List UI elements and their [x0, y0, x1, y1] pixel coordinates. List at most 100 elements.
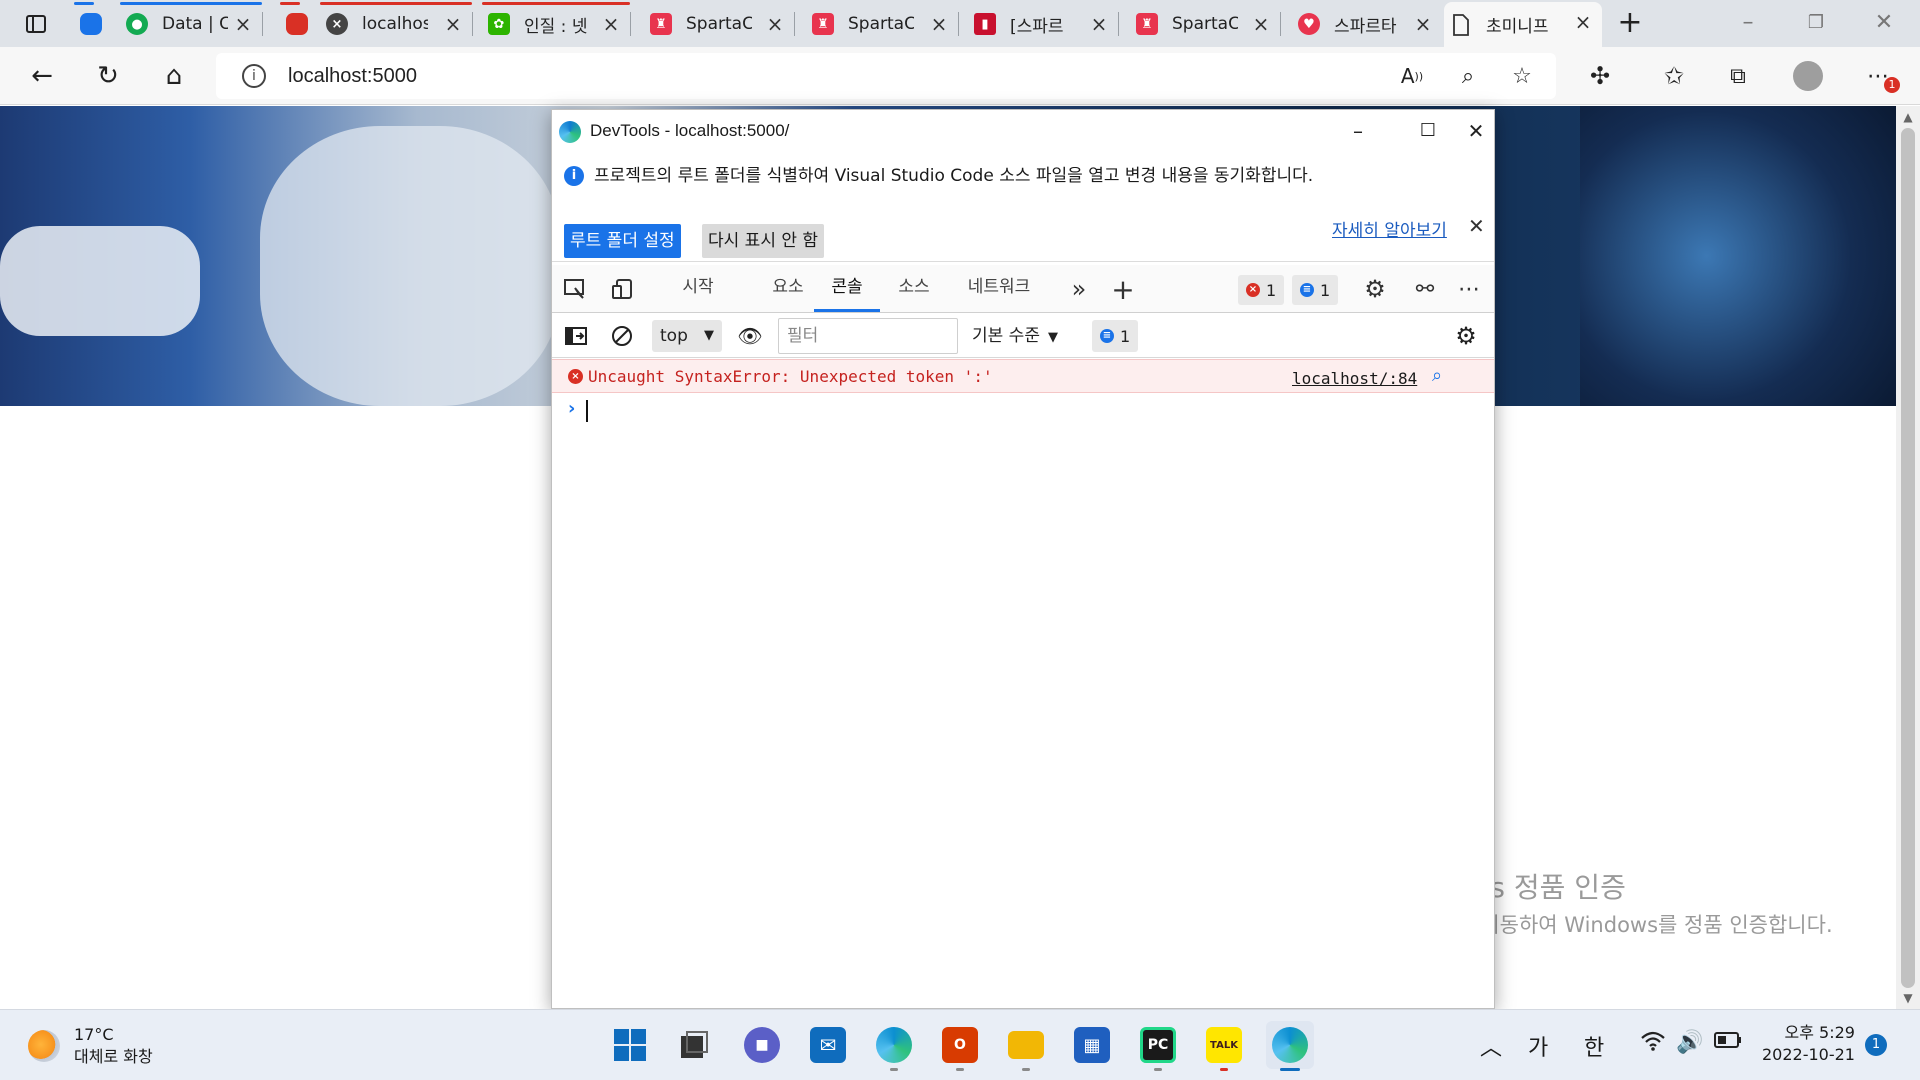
favorites-icon[interactable]: ✩ — [1656, 58, 1692, 94]
start-button[interactable] — [606, 1021, 654, 1069]
site-info-icon[interactable]: i — [242, 64, 266, 88]
sparta-favicon-icon: ♜ — [650, 13, 672, 35]
browser-tab[interactable]: ♥ 스파르타 × — [1292, 4, 1442, 44]
scroll-down-icon[interactable]: ▼ — [1896, 991, 1920, 1005]
tab-elements[interactable]: 요소 — [758, 265, 818, 312]
profile-avatar[interactable] — [1790, 58, 1826, 94]
volume-icon[interactable]: 🔊 — [1676, 1030, 1703, 1055]
dont-show-again-button[interactable]: 다시 표시 안 함 — [702, 224, 825, 258]
close-tab-icon[interactable]: × — [1572, 11, 1594, 33]
live-expression-eye-icon[interactable]: 👁 — [736, 322, 764, 350]
system-clock[interactable]: 오후 5:29 2022-10-21 — [1762, 1022, 1855, 1066]
restore-window-icon[interactable]: ❐ — [1796, 8, 1836, 40]
office-icon: O — [942, 1027, 978, 1063]
close-tab-icon[interactable]: × — [928, 13, 950, 35]
add-favorite-icon[interactable]: ☆ — [1504, 58, 1540, 94]
close-tab-icon[interactable]: × — [1088, 13, 1110, 35]
close-tab-icon[interactable]: × — [1250, 13, 1272, 35]
home-icon[interactable]: ⌂ — [156, 58, 192, 94]
browser-tab[interactable]: ♜ SpartaC × — [806, 4, 959, 44]
ime-mode-han[interactable]: 한 — [1584, 1030, 1604, 1062]
task-view-button[interactable] — [670, 1021, 718, 1069]
message-count-badge[interactable]: ≡ 1 — [1292, 275, 1339, 305]
maximize-window-icon[interactable]: ☐ — [1408, 114, 1448, 148]
tab-sources[interactable]: 소스 — [884, 265, 944, 312]
show-hidden-icons-icon[interactable]: ︿ — [1480, 1030, 1502, 1062]
close-tab-icon[interactable]: × — [764, 13, 786, 35]
browser-tab[interactable]: ▮ [스파르 × — [968, 4, 1119, 44]
new-tab-button[interactable]: + — [1610, 8, 1650, 40]
more-tabs-icon[interactable]: » — [1064, 274, 1094, 304]
settings-gear-icon[interactable]: ⚙ — [1360, 274, 1390, 304]
console-settings-gear-icon[interactable]: ⚙ — [1452, 322, 1480, 350]
wifi-icon[interactable] — [1640, 1030, 1666, 1058]
clear-console-icon[interactable] — [608, 322, 636, 350]
mail-button[interactable]: ✉ — [804, 1021, 852, 1069]
close-tab-icon[interactable]: × — [600, 13, 622, 35]
tab-console[interactable]: 콘솔 — [814, 265, 880, 312]
refresh-icon[interactable]: ↻ — [90, 58, 126, 94]
close-tab-icon[interactable]: × — [232, 13, 254, 35]
close-tab-icon[interactable]: × — [442, 13, 464, 35]
scrollbar-thumb[interactable] — [1901, 128, 1915, 988]
browser-tab-active[interactable]: 초미니프 × — [1444, 2, 1602, 47]
address-url[interactable]: localhost:5000 — [288, 65, 417, 88]
browser-tab[interactable] — [280, 2, 308, 44]
close-infobar-icon[interactable]: ✕ — [1468, 214, 1485, 238]
back-icon[interactable]: ← — [24, 58, 60, 94]
customize-devtools-icon[interactable]: ⚯ — [1410, 274, 1440, 304]
pycharm-button[interactable]: PC — [1134, 1021, 1182, 1071]
tab-welcome[interactable]: 시작 — [668, 265, 728, 312]
more-options-icon[interactable]: ⋯ — [1454, 274, 1484, 304]
add-tab-icon[interactable]: + — [1108, 273, 1138, 306]
ime-mode-ga[interactable]: 가 — [1528, 1030, 1548, 1062]
collections-icon[interactable]: ⧉ — [1720, 58, 1756, 94]
profile-notification-badge: 1 — [1884, 77, 1900, 93]
close-window-icon[interactable]: ✕ — [1456, 114, 1496, 148]
page-scrollbar[interactable]: ▲ ▼ — [1896, 106, 1920, 1009]
store-button[interactable]: ▦ — [1068, 1021, 1116, 1069]
learn-more-link[interactable]: 자세히 알아보기 — [1332, 216, 1447, 241]
browser-tab[interactable]: × localhos × — [320, 2, 473, 44]
kakaotalk-button[interactable]: TALK — [1200, 1021, 1248, 1071]
console-input-caret[interactable] — [586, 400, 588, 422]
tab-actions-icon[interactable] — [18, 6, 54, 42]
notification-badge[interactable]: 1 — [1865, 1034, 1887, 1056]
error-source-link[interactable]: localhost/:84 — [1292, 369, 1417, 388]
error-count-badge[interactable]: × 1 — [1238, 275, 1285, 305]
browser-tab[interactable]: ✿ 인질 : 넷 × — [482, 2, 631, 44]
tab-network[interactable]: 네트워크 — [954, 265, 1044, 312]
minimize-window-icon[interactable]: – — [1728, 8, 1768, 40]
weather-widget[interactable]: 17°C 대체로 화창 — [28, 1024, 153, 1068]
battery-icon[interactable] — [1714, 1030, 1742, 1055]
scroll-up-icon[interactable]: ▲ — [1896, 110, 1920, 124]
search-issue-icon[interactable]: ⌕ — [1432, 365, 1442, 386]
running-indicator — [1154, 1068, 1162, 1071]
set-root-folder-button[interactable]: 루트 폴더 설정 — [564, 224, 681, 258]
extensions-icon[interactable]: ✣ — [1582, 58, 1618, 94]
context-selector[interactable]: top ▼ — [652, 320, 722, 352]
close-tab-icon[interactable]: × — [1412, 13, 1434, 35]
office-button[interactable]: O — [936, 1021, 984, 1071]
running-indicator — [1280, 1068, 1300, 1071]
log-levels-dropdown[interactable]: 기본 수준 ▼ — [972, 320, 1058, 352]
edge-button[interactable] — [870, 1021, 918, 1071]
info-icon: i — [564, 166, 584, 186]
file-explorer-button[interactable] — [1002, 1021, 1050, 1071]
browser-tab[interactable]: ♜ SpartaC × — [1130, 4, 1281, 44]
console-filter-input[interactable] — [778, 318, 958, 354]
minimize-window-icon[interactable]: – — [1338, 114, 1378, 148]
close-window-icon[interactable]: ✕ — [1864, 8, 1904, 40]
teams-chat-button[interactable]: ■ — [738, 1021, 786, 1069]
browser-tab[interactable] — [74, 2, 102, 44]
read-aloud-icon[interactable]: A)) — [1394, 58, 1430, 94]
device-emulation-icon[interactable] — [608, 274, 638, 304]
browser-tab[interactable]: ● Data | C × — [120, 2, 263, 44]
issues-badge[interactable]: ≡ 1 — [1092, 320, 1139, 352]
browser-tab[interactable]: ♜ SpartaC × — [644, 4, 795, 44]
zoom-icon[interactable]: ⌕ — [1450, 58, 1486, 94]
inspect-element-icon[interactable] — [560, 274, 590, 304]
edge-devtools-button[interactable] — [1266, 1021, 1314, 1071]
address-bar[interactable]: i localhost:5000 A)) ⌕ ☆ — [216, 53, 1556, 99]
show-sidebar-icon[interactable] — [562, 322, 590, 350]
